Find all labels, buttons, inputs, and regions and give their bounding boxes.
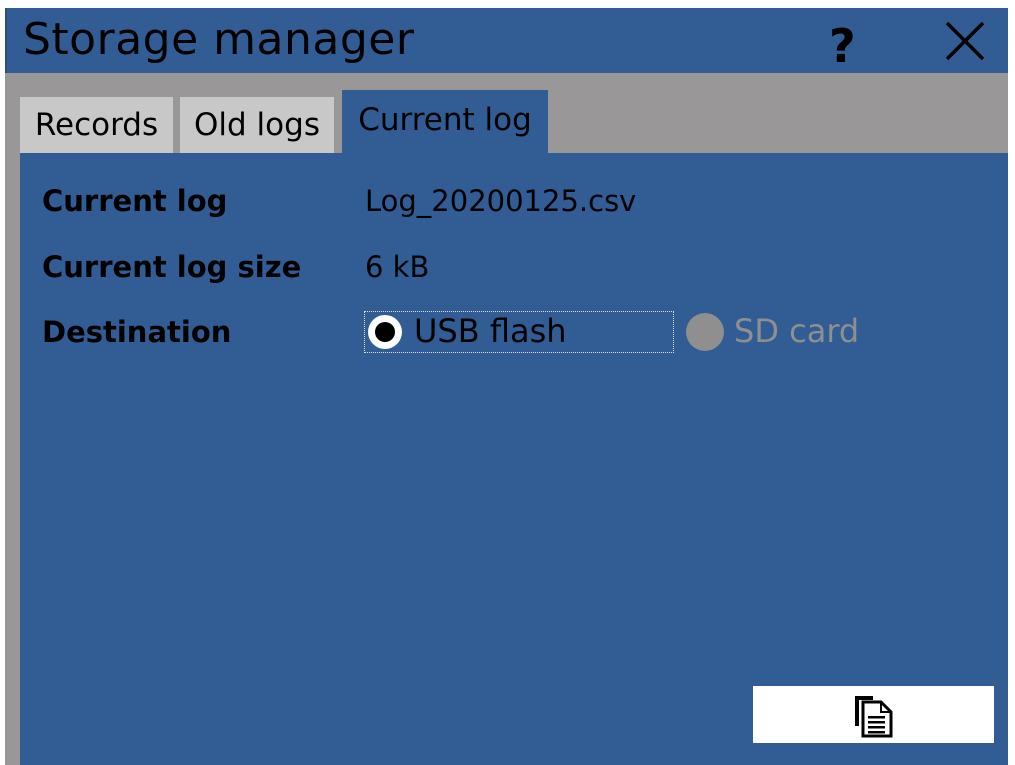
- tab-current-log[interactable]: Current log: [342, 90, 548, 153]
- current-log-size-label: Current log size: [42, 250, 302, 284]
- current-log-label: Current log: [42, 184, 228, 218]
- storage-manager-window: Storage manager ? Records Old logs Curre…: [0, 0, 1015, 765]
- help-button[interactable]: ?: [815, 14, 867, 73]
- window-title: Storage manager: [23, 14, 415, 65]
- tab-records[interactable]: Records: [20, 97, 173, 153]
- current-log-size-value: 6 kB: [365, 250, 430, 284]
- current-log-value: Log_20200125.csv: [365, 184, 637, 218]
- copy-log-button[interactable]: [753, 686, 994, 743]
- svg-text:?: ?: [829, 19, 856, 68]
- panel-left-border: [5, 153, 20, 765]
- destination-label: Destination: [42, 315, 232, 349]
- question-mark-icon: ?: [829, 19, 856, 73]
- tab-old-logs[interactable]: Old logs: [180, 97, 334, 153]
- radio-disabled-icon[interactable]: [686, 313, 724, 351]
- close-icon: [945, 21, 985, 61]
- destination-sd-label[interactable]: SD card: [734, 312, 859, 350]
- title-bar: Storage manager ?: [5, 8, 1008, 73]
- radio-selected-icon[interactable]: [366, 313, 404, 351]
- close-button[interactable]: [937, 14, 993, 68]
- copy-document-icon: [855, 696, 893, 738]
- destination-usb-label[interactable]: USB flash: [414, 312, 567, 350]
- current-log-panel: [20, 153, 1008, 765]
